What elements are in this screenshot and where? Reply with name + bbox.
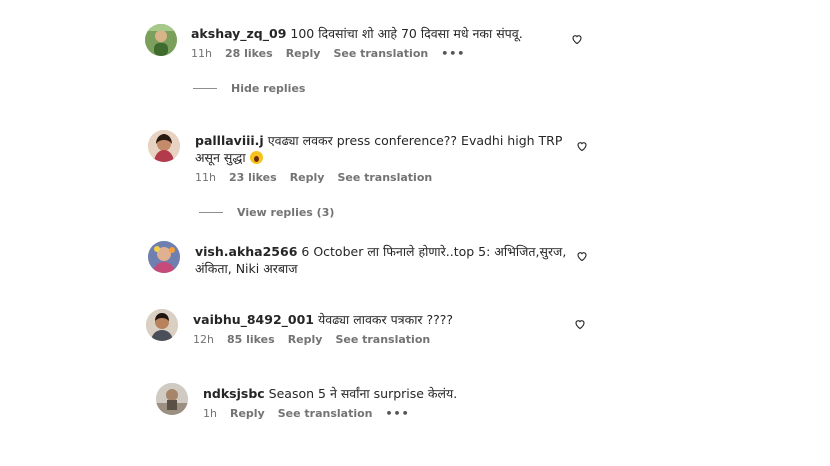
username[interactable]: vish.akha2566	[195, 244, 297, 259]
more-options-icon[interactable]: •••	[386, 407, 410, 420]
comment-text-continued: असून सुद्धा	[195, 150, 246, 165]
comment-text: येवढ्या लावकर पत्रकार ????	[317, 312, 454, 327]
hide-replies-button[interactable]: Hide replies	[193, 82, 305, 95]
clipped-row	[250, 282, 330, 286]
comment-text: 6 October ला फिनाले होणारे..top 5: अभिजि…	[301, 244, 567, 259]
heart-icon[interactable]	[576, 250, 588, 262]
likes-count[interactable]: 23 likes	[229, 171, 277, 184]
username[interactable]: palllaviii.j	[195, 133, 264, 148]
timestamp[interactable]: 1h	[203, 407, 217, 420]
see-translation-link[interactable]: See translation	[337, 171, 432, 184]
comment-text-continued: अंकिता, Niki अरबाज	[195, 261, 298, 276]
avatar[interactable]	[148, 130, 180, 162]
timestamp[interactable]: 12h	[193, 333, 214, 346]
avatar[interactable]	[145, 24, 177, 56]
comment-text: 100 दिवसांचा शो आहे 70 दिवसा मधे नका संप…	[290, 26, 523, 41]
hide-replies-label[interactable]: Hide replies	[231, 82, 305, 95]
view-replies-button[interactable]: View replies (3)	[199, 206, 334, 219]
divider	[199, 212, 223, 213]
see-translation-link[interactable]: See translation	[333, 47, 428, 60]
divider	[193, 88, 217, 89]
avatar[interactable]	[156, 383, 188, 415]
avatar[interactable]	[146, 309, 178, 341]
likes-count[interactable]: 85 likes	[227, 333, 275, 346]
avatar[interactable]	[148, 241, 180, 273]
reply-button[interactable]: Reply	[230, 407, 265, 420]
timestamp[interactable]: 11h	[195, 171, 216, 184]
timestamp[interactable]: 11h	[191, 47, 212, 60]
comment-text: एवढ्या लवकर press conference?? Evadhi hi…	[267, 133, 563, 148]
reply-button[interactable]: Reply	[288, 333, 323, 346]
username[interactable]: ndksjsbc	[203, 386, 265, 401]
see-translation-link[interactable]: See translation	[278, 407, 373, 420]
comment-text: Season 5 ने सर्वांना surprise केलंय.	[268, 386, 458, 401]
see-translation-link[interactable]: See translation	[335, 333, 430, 346]
reply-button[interactable]: Reply	[290, 171, 325, 184]
heart-icon[interactable]	[571, 33, 583, 45]
heart-icon[interactable]	[574, 318, 586, 330]
astonished-face-icon	[249, 151, 263, 164]
view-replies-label[interactable]: View replies (3)	[237, 206, 334, 219]
likes-count[interactable]: 28 likes	[225, 47, 273, 60]
reply-button[interactable]: Reply	[286, 47, 321, 60]
heart-icon[interactable]	[576, 140, 588, 152]
username[interactable]: vaibhu_8492_001	[193, 312, 314, 327]
username[interactable]: akshay_zq_09	[191, 26, 286, 41]
more-options-icon[interactable]: •••	[441, 47, 465, 60]
